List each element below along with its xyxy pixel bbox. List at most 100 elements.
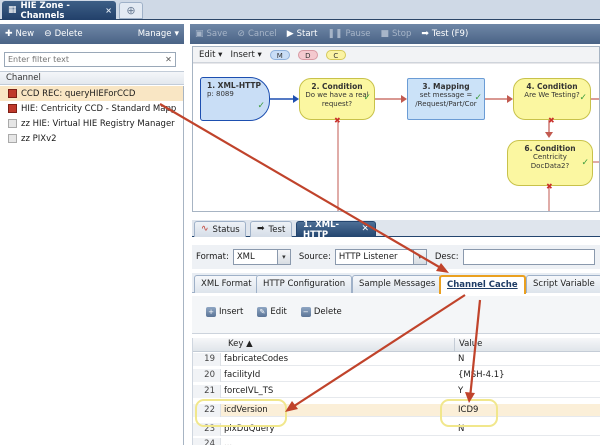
tab-test[interactable]: ➡ Test xyxy=(250,221,292,237)
clear-filter-icon[interactable]: ✕ xyxy=(163,54,174,65)
tab-xml-http[interactable]: 1. XML-HTTP ✕ xyxy=(296,219,376,240)
node-subtitle: set message = xyxy=(419,91,473,99)
stop-button[interactable]: ■ Stop xyxy=(376,29,417,39)
row-number: 20 xyxy=(193,369,221,382)
save-button[interactable]: ▣ Save xyxy=(190,29,232,39)
row-value: Y xyxy=(458,386,464,396)
channel-icon xyxy=(8,89,17,98)
delete-icon: ⊖ xyxy=(44,28,52,39)
row-key: ... xyxy=(224,439,233,445)
app-window: ▦ HIE Zone - Channels × ⊕ ✚ New ⊖ Delete M… xyxy=(0,0,600,445)
column-header-value[interactable]: Value xyxy=(454,338,482,352)
row-value: N xyxy=(458,354,465,364)
highlight-ring-key xyxy=(195,399,287,427)
channel-label: HIE: Centricity CCD - Standard Mapp xyxy=(21,103,177,114)
node-title: 4. Condition xyxy=(526,82,578,91)
channel-column-header[interactable]: Channel xyxy=(0,71,184,85)
zone-icon: ▦ xyxy=(8,5,17,15)
test-button[interactable]: ➡ Test (F9) xyxy=(416,29,473,39)
tab-xml-format[interactable]: XML Format xyxy=(194,275,259,293)
channel-item[interactable]: HIE: Centricity CCD - Standard Mapp xyxy=(0,101,183,116)
delete-icon: − xyxy=(300,307,311,317)
tab-status[interactable]: ∿ Status xyxy=(194,221,246,237)
chevron-down-icon: ▾ xyxy=(276,250,290,264)
save-icon: ▣ xyxy=(195,28,204,39)
format-label: Format: xyxy=(196,252,229,262)
edit-label: Edit xyxy=(199,49,216,60)
edit-menu[interactable]: Edit ▾ xyxy=(199,50,222,60)
filter-box: ✕ xyxy=(4,52,176,67)
start-button[interactable]: ▶ Start xyxy=(282,29,323,39)
desc-label: Desc: xyxy=(434,252,459,262)
flow-node-mapping-3[interactable]: 3. Mapping set message = /Request/Part/C… xyxy=(407,78,485,120)
stop-label: Stop xyxy=(392,29,412,39)
row-key: facilityId xyxy=(224,370,261,380)
row-number: 19 xyxy=(193,353,221,366)
zone-tab[interactable]: ▦ HIE Zone - Channels × xyxy=(2,1,116,21)
format-select[interactable]: XML ▾ xyxy=(232,249,291,265)
table-row[interactable]: 19 fabricateCodes N xyxy=(193,353,600,366)
channel-list: CCD REC: queryHIEForCCD HIE: Centricity … xyxy=(0,86,184,445)
row-key: fabricateCodes xyxy=(224,354,289,364)
chevron-down-icon: ▾ xyxy=(412,250,426,264)
add-tab-icon[interactable]: ⊕ xyxy=(119,2,143,19)
format-value: XML xyxy=(236,252,255,262)
tab-channel-cache[interactable]: Channel Cache xyxy=(439,275,526,294)
table-row[interactable]: 21 forceIVL_TS Y xyxy=(193,385,600,398)
node-title: 3. Mapping xyxy=(422,82,470,91)
flow-node-condition-4[interactable]: 4. Condition Are We Testing? ✓ ✖ xyxy=(513,78,591,125)
table-header: Key ▲ Value xyxy=(193,338,600,352)
delete-button[interactable]: ⊖ Delete xyxy=(39,29,87,39)
tab-script-variable[interactable]: Script Variable xyxy=(526,275,600,293)
cache-table: Key ▲ Value 19 fabricateCodes N 20 facility… xyxy=(192,338,600,445)
chip-c[interactable]: C xyxy=(325,49,346,60)
channel-item[interactable]: zz HIE: Virtual HIE Registry Manager xyxy=(0,116,183,131)
flow-canvas: Edit ▾ Insert ▾ M D C 1. XML-HTTP p: 808… xyxy=(192,46,600,212)
chip-d[interactable]: D xyxy=(297,49,318,60)
insert-menu[interactable]: Insert ▾ xyxy=(230,50,261,60)
format-bar: Format: XML ▾ Source: HTTP Listener ▾ Desc… xyxy=(192,245,600,269)
filter-input[interactable] xyxy=(5,53,163,66)
false-branch-icon: ✖ xyxy=(334,116,341,125)
column-header-key[interactable]: Key ▲ xyxy=(224,338,253,352)
insert-label: Insert xyxy=(219,307,244,317)
edit-icon: ✎ xyxy=(257,307,268,317)
tab-http-configuration[interactable]: HTTP Configuration xyxy=(256,275,353,293)
source-label: Source: xyxy=(298,252,331,262)
table-row[interactable]: 24... xyxy=(193,438,600,445)
manage-label: Manage xyxy=(137,29,172,39)
desc-input[interactable] xyxy=(462,249,595,265)
channel-item[interactable]: CCD REC: queryHIEForCCD xyxy=(0,86,183,101)
tab-test-label: Test xyxy=(268,224,286,235)
row-number: 24 xyxy=(193,438,221,445)
delete-button[interactable]: − Delete xyxy=(300,307,342,317)
tab-xml-http-label: 1. XML-HTTP xyxy=(303,219,340,240)
insert-label: Insert xyxy=(230,49,255,60)
channel-item[interactable]: zz PIXv2 xyxy=(0,131,183,146)
canvas-toolbar: Edit ▾ Insert ▾ M D C xyxy=(193,47,599,63)
pause-button[interactable]: ❚❚ Pause xyxy=(322,29,375,39)
channel-toolbar: ✚ New ⊖ Delete Manage ▾ xyxy=(0,24,184,44)
close-tab-icon[interactable]: × xyxy=(105,6,112,15)
close-icon[interactable]: ✕ xyxy=(361,225,369,234)
flow-node-condition-2[interactable]: 2. Condition Do we have a real request? … xyxy=(299,78,375,125)
false-branch-icon: ✖ xyxy=(548,116,555,125)
chevron-down-icon: ▾ xyxy=(174,28,179,39)
tab-status-label: Status xyxy=(212,224,240,235)
new-button[interactable]: ✚ New xyxy=(0,29,39,39)
chip-m[interactable]: M xyxy=(269,49,290,60)
insert-button[interactable]: + Insert xyxy=(206,307,243,317)
save-label: Save xyxy=(206,29,228,39)
cancel-button[interactable]: ⊘ Cancel xyxy=(232,29,281,39)
edit-button[interactable]: ✎ Edit xyxy=(257,307,287,317)
cancel-label: Cancel xyxy=(247,29,277,39)
cancel-icon: ⊘ xyxy=(237,28,245,39)
highlight-ring-value xyxy=(440,399,498,427)
flow-node-condition-6[interactable]: 6. Condition Centricity DocData2? ✓ ✖ xyxy=(507,140,593,191)
table-row[interactable]: 20 facilityId {MSH-4.1} xyxy=(193,369,600,382)
source-select[interactable]: HTTP Listener ▾ xyxy=(334,249,427,265)
tab-sample-messages[interactable]: Sample Messages xyxy=(352,275,443,293)
insert-icon: + xyxy=(206,307,216,317)
manage-button[interactable]: Manage ▾ xyxy=(133,29,184,39)
flow-node-xml-http[interactable]: 1. XML-HTTP p: 8089 ✓ xyxy=(200,77,270,121)
